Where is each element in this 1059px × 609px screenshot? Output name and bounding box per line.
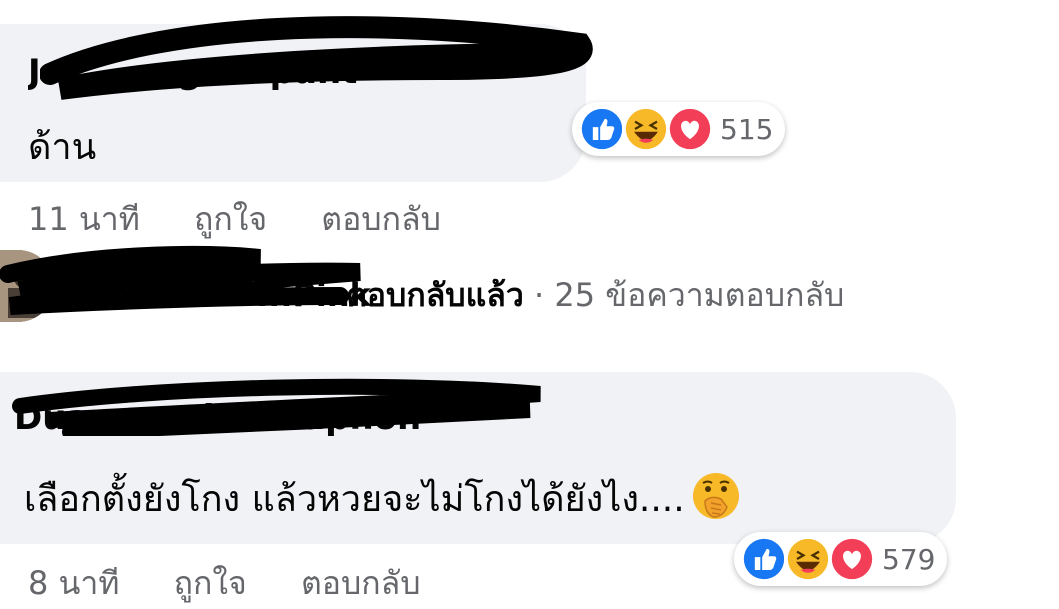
reactions-summary[interactable]: 579 (734, 532, 948, 586)
like-link[interactable]: ถูกใจ (194, 200, 267, 238)
haha-icon (784, 535, 832, 583)
reactions-summary[interactable]: 515 (572, 102, 786, 156)
comment-text: ด้าน (28, 127, 97, 168)
haha-icon (622, 105, 670, 153)
hand-over-mouth-emoji-icon (692, 473, 739, 519)
comment-meta: 8 นาที ถูกใจ ตอบกลับ (28, 558, 465, 609)
love-icon (828, 535, 876, 583)
like-icon (578, 105, 626, 153)
reply-count: 25 ข้อความตอบกลับ (554, 276, 845, 314)
comment-meta: 11 นาที ถูกใจ ตอบกลับ (28, 194, 485, 245)
comment-text-body: เลือกตั้งยังโกง แล้วหวยจะไม่โกงได้ยังไง.… (24, 479, 685, 520)
comment-timestamp[interactable]: 8 นาที (28, 564, 119, 602)
reaction-count: 515 (720, 112, 774, 146)
reply-link[interactable]: ตอบกลับ (301, 564, 421, 602)
separator-dot: · (533, 276, 545, 314)
comment-timestamp[interactable]: 11 นาที (28, 200, 140, 238)
love-icon (666, 105, 714, 153)
comment-text: เลือกตั้งยังโกง แล้วหวยจะไม่โกงได้ยังไง.… (24, 470, 741, 527)
reaction-count: 579 (882, 542, 936, 576)
like-icon (740, 535, 788, 583)
redaction-scribble (12, 378, 541, 436)
redaction-scribble (0, 246, 361, 315)
like-link[interactable]: ถูกใจ (174, 564, 247, 602)
redaction-scribble (40, 16, 593, 100)
reply-link[interactable]: ตอบกลับ (321, 200, 441, 238)
